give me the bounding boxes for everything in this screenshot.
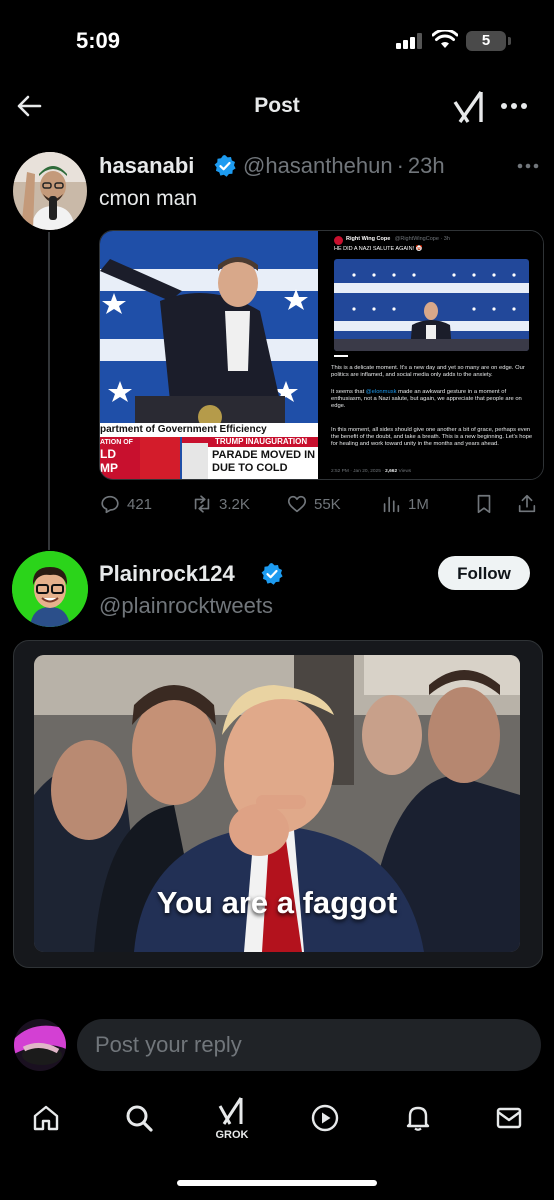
heart-icon <box>287 495 307 513</box>
signal-icon <box>396 33 422 49</box>
embed-footer: 2:52 PM · Jan 20, 2025 · 2,662 Views <box>331 469 411 474</box>
post1-media[interactable]: partment of Government Efficiency ATION … <box>99 230 544 480</box>
embed-paragraph-1: This is a delicate moment. It's a new da… <box>331 365 525 379</box>
bookmark-icon[interactable] <box>473 493 495 515</box>
reply-count: 421 <box>127 495 153 513</box>
post2-author-handle[interactable]: @plainrocktweets <box>99 593 273 619</box>
thread-line <box>48 232 50 550</box>
play-icon <box>311 1104 339 1132</box>
wifi-icon <box>432 30 458 48</box>
my-avatar[interactable] <box>14 1019 66 1071</box>
embed-p2-start: It seems that <box>331 389 366 395</box>
reply-placeholder: Post your reply <box>95 1032 242 1057</box>
tab-home[interactable] <box>26 1098 66 1138</box>
post1-separator: · <box>396 153 404 178</box>
news-chyron-red: TRUMP INAUGURATION <box>215 437 308 446</box>
news-chyron-left3: MP <box>100 461 118 475</box>
reply-icon <box>101 495 119 514</box>
embed-footer-views-label: Views <box>397 469 412 474</box>
views-count: 1M <box>408 495 429 513</box>
grok-tab-icon <box>218 1097 243 1125</box>
gif-caption: You are a faggot <box>156 885 398 920</box>
embed-title: HE DID A NAZI SALUTE AGAIN! 🤡 <box>334 246 423 252</box>
embed-paragraph-2: It seems that @elonmusk made an awkward … <box>331 389 536 411</box>
post1-author-handle[interactable]: @hasanthehun <box>243 153 393 179</box>
news-chyron-top: partment of Government Efficiency <box>100 424 267 435</box>
repost-icon <box>194 495 210 513</box>
embed-progress <box>334 355 348 357</box>
embed-mention: @elonmusk <box>365 389 397 395</box>
post1-author-name[interactable]: hasanabi <box>99 153 194 179</box>
embed-footer-date: 2:52 PM · Jan 20, 2025 · <box>331 469 386 474</box>
tab-video[interactable] <box>305 1098 345 1138</box>
tab-search[interactable] <box>119 1098 159 1138</box>
embed-account-name: Right Wing Cope <box>346 236 391 242</box>
status-time: 5:09 <box>76 28 121 53</box>
repost-count: 3.2K <box>219 495 250 513</box>
tab-notifications[interactable] <box>398 1098 438 1138</box>
share-icon[interactable] <box>516 493 538 515</box>
follow-button[interactable]: Follow <box>438 556 530 590</box>
tab-grok[interactable]: GROK <box>208 1094 256 1144</box>
mail-icon <box>496 1107 522 1129</box>
embed-paragraph-3: In this moment, all sides should give on… <box>331 427 533 448</box>
grok-icon[interactable] <box>452 88 486 124</box>
battery-indicator: 5 <box>466 31 511 51</box>
repost-button[interactable]: 3.2K <box>191 493 250 515</box>
home-icon <box>33 1105 59 1131</box>
post1-text: cmon man <box>99 187 198 210</box>
more-options-icon[interactable] <box>500 102 528 110</box>
tab-messages[interactable] <box>489 1098 529 1138</box>
avatar-hasanabi[interactable] <box>13 152 87 230</box>
news-chyron-left2: LD <box>100 447 116 461</box>
embed-avatar <box>334 236 343 245</box>
home-indicator <box>177 1180 377 1186</box>
post2-gif[interactable]: You are a faggot <box>34 655 520 952</box>
grok-tab-label: GROK <box>215 1129 249 1141</box>
news-video-frame: partment of Government Efficiency ATION … <box>100 231 318 479</box>
embed-footer-views: 2,662 <box>385 469 398 474</box>
bell-icon <box>406 1106 430 1131</box>
news-chyron-main2: DUE TO COLD <box>212 462 288 474</box>
post1-timestamp[interactable]: 23h <box>408 153 445 179</box>
like-button[interactable]: 55K <box>286 493 341 515</box>
post2-author-name[interactable]: Plainrock124 <box>99 561 235 587</box>
views-icon <box>383 496 400 513</box>
reply-button[interactable]: 421 <box>99 493 152 515</box>
verified-badge-icon <box>214 155 236 177</box>
embed-account-handle: @RightWingCope · 3h <box>394 236 450 242</box>
embedded-tweet-screenshot: Right Wing Cope @RightWingCope · 3h HE D… <box>322 231 543 479</box>
views-button[interactable]: 1M <box>380 493 429 515</box>
news-chyron-left1: ATION OF <box>100 439 133 446</box>
news-chyron-main1: PARADE MOVED IN <box>212 449 316 461</box>
post1-more-icon[interactable] <box>517 163 539 169</box>
embed-image <box>334 259 529 351</box>
like-count: 55K <box>314 495 341 513</box>
search-icon <box>126 1105 153 1132</box>
verified-badge-icon <box>261 563 283 585</box>
avatar-plainrock124[interactable] <box>12 551 88 627</box>
